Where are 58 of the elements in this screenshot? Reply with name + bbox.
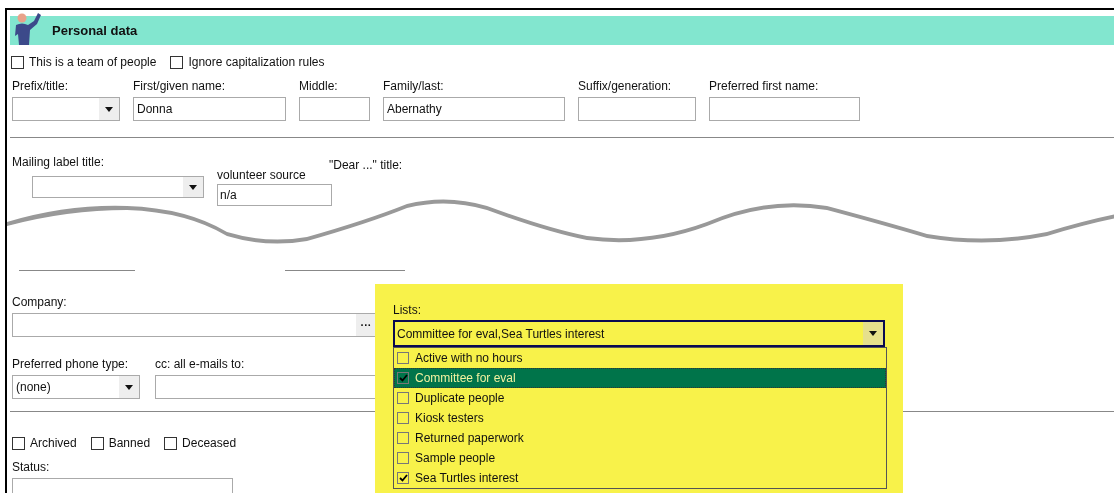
field-label: Preferred phone type: [12, 356, 130, 373]
field-label: cc: all e-mails to: [155, 356, 246, 373]
section-title: Personal data [52, 21, 138, 40]
list-item[interactable]: Kiosk testers [394, 408, 886, 428]
list-item[interactable]: Sample people [394, 448, 886, 468]
field-label: Status: [12, 459, 50, 476]
checkbox-label: This is a team of people [29, 54, 157, 71]
caret-icon [189, 184, 197, 190]
field-label: Suffix/generation: [578, 78, 672, 95]
checkbox-label: Archived [30, 435, 77, 452]
input-field[interactable]: Abernathy [383, 97, 565, 121]
field-label: Prefix/title: [12, 78, 68, 95]
checkbox[interactable] [397, 372, 409, 384]
person-waving-icon [12, 11, 42, 46]
checkbox-label: Deceased [182, 435, 237, 452]
input-field[interactable] [578, 97, 696, 121]
checkbox[interactable] [164, 436, 178, 450]
checkmark-icon [398, 374, 408, 382]
input-field[interactable]: n/a [217, 184, 332, 206]
field-label: First/given name: [133, 78, 226, 95]
list-item[interactable]: Active with no hours [394, 348, 886, 368]
field-label: volunteer source [217, 167, 307, 184]
checkbox[interactable] [90, 436, 104, 450]
caret-icon [869, 331, 877, 336]
list-item[interactable]: Duplicate people [394, 388, 886, 408]
field-label: "Dear ..." title: [329, 157, 403, 174]
list-item[interactable]: Sea Turtles interest [394, 468, 886, 488]
dropdown-field[interactable] [12, 97, 120, 121]
field-label: Mailing label title: [12, 156, 106, 168]
checkbox[interactable] [12, 436, 25, 450]
field-label: Family/last: [383, 78, 444, 95]
dropdown-field[interactable]: Committee for eval,Sea Turtles interest [393, 320, 885, 347]
caret-icon [125, 384, 133, 390]
list-item[interactable]: Committee for eval [394, 368, 886, 388]
checkbox[interactable] [170, 55, 184, 69]
checkmark-icon [398, 474, 408, 482]
checkbox-label: Ignore capitalization rules [188, 54, 325, 71]
caret-icon [105, 106, 113, 112]
browse-button[interactable]: ··· [356, 314, 376, 336]
checkbox[interactable] [397, 412, 409, 424]
checkbox[interactable] [397, 432, 409, 444]
input-field[interactable]: ··· [12, 313, 377, 337]
list-item[interactable]: Returned paperwork [394, 428, 886, 448]
input-field[interactable] [299, 97, 370, 121]
checkbox[interactable] [11, 55, 24, 69]
dropdown-field[interactable]: (none) [12, 375, 140, 399]
field-label: Middle: [299, 78, 338, 95]
field-label: Preferred first name: [709, 78, 819, 95]
field-label: Lists: [393, 302, 422, 319]
input-field[interactable]: Donna [133, 97, 286, 121]
checkbox[interactable] [397, 392, 409, 404]
input-field[interactable] [709, 97, 860, 121]
checkbox[interactable] [397, 472, 409, 484]
checkbox-label: Banned [108, 435, 151, 452]
checkbox[interactable] [397, 352, 409, 364]
field-label: Company: [12, 294, 67, 311]
dropdown-field[interactable] [32, 176, 204, 198]
checkbox[interactable] [397, 452, 409, 464]
